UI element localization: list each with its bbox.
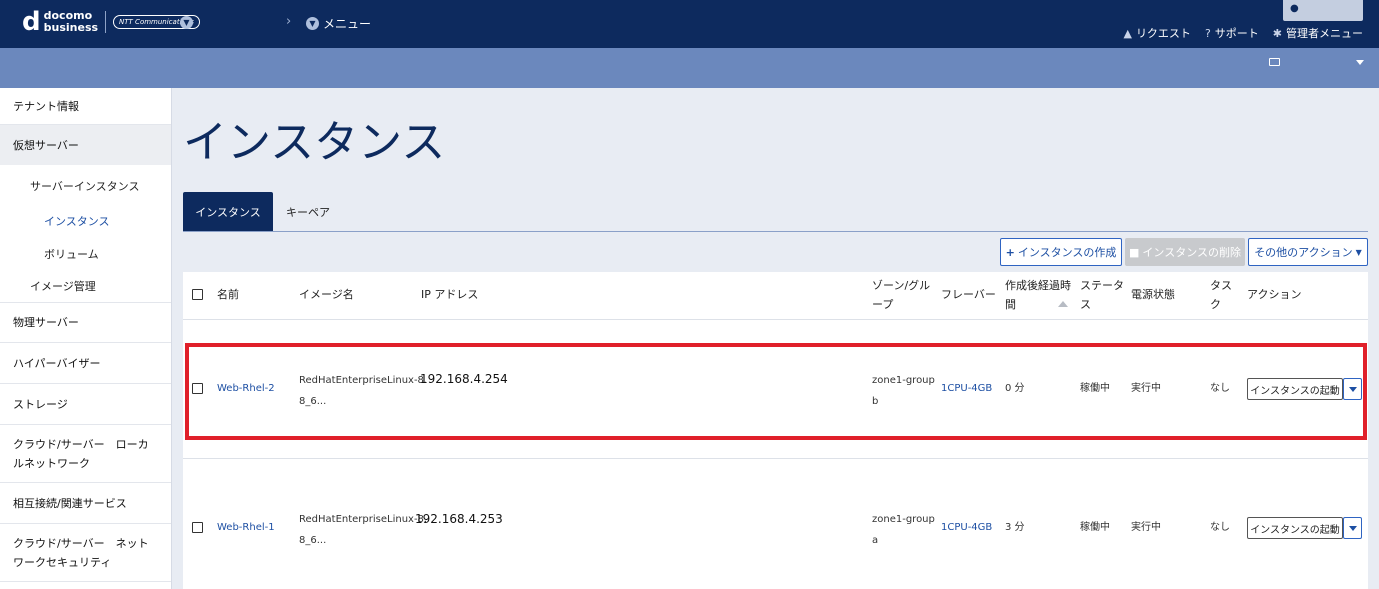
start-instance-button[interactable]: インスタンスの起動 — [1247, 517, 1343, 539]
menu-link[interactable]: メニュー — [323, 15, 371, 32]
ip-address: 192.168.4.253 — [415, 512, 503, 526]
breadcrumb-chevron-right-icon: › — [286, 14, 292, 29]
table-header-divider — [183, 319, 1368, 320]
col-task[interactable]: タス ク — [1210, 276, 1232, 314]
sidebar-sub-server-instance[interactable]: サーバーインスタンス — [30, 178, 139, 194]
docomo-business-logo[interactable]: d docomo business NTT Communications — [22, 9, 200, 35]
sub-toolbar — [0, 48, 1379, 88]
col-status[interactable]: ステータ ス — [1080, 276, 1124, 314]
top-header: d docomo business NTT Communications ▼ ›… — [0, 0, 1379, 48]
col-elapsed[interactable]: 作成後経過時 間 — [1005, 276, 1071, 314]
chevron-down-icon[interactable]: ▼ — [180, 16, 193, 29]
support-link[interactable]: ? サポート — [1205, 25, 1259, 41]
action-dropdown-toggle[interactable] — [1343, 517, 1362, 539]
sidebar-sub-instance[interactable]: インスタンス — [44, 213, 110, 229]
row-checkbox[interactable] — [192, 522, 203, 533]
sidebar-item-physical-server[interactable]: 物理サーバー — [0, 302, 171, 343]
select-all-checkbox[interactable] — [192, 289, 203, 300]
tab-instance[interactable]: インスタンス — [183, 192, 273, 231]
sidebar-sub-volume[interactable]: ボリューム — [44, 246, 99, 262]
image-name: RedHatEnterpriseLinux-8. 8_6... — [299, 514, 428, 546]
gear-icon: ✱ — [1272, 27, 1282, 40]
task: なし — [1210, 522, 1230, 533]
col-power[interactable]: 電源状態 — [1131, 285, 1175, 304]
caret-down-icon[interactable] — [1356, 60, 1364, 65]
caret-down-icon: ▼ — [1355, 247, 1362, 257]
sidebar-item-storage[interactable]: ストレージ — [0, 384, 171, 425]
create-instance-button[interactable]: + インスタンスの作成 — [1000, 238, 1122, 266]
col-zone[interactable]: ゾーン/グル ープ — [872, 276, 930, 314]
col-name[interactable]: 名前 — [217, 285, 239, 304]
bell-icon: ▲ — [1123, 27, 1132, 40]
sidebar-item-hypervisor[interactable]: ハイパーバイザー — [0, 343, 171, 384]
logo-text: docomo business — [44, 10, 98, 34]
page-title: インスタンス — [183, 117, 446, 168]
col-image[interactable]: イメージ名 — [299, 285, 354, 304]
user-icon: ● — [1290, 3, 1299, 14]
menu-chevron-down-icon[interactable]: ▼ — [306, 17, 319, 30]
col-ip[interactable]: IP アドレス — [421, 285, 478, 304]
header-links: ▲ リクエスト ? サポート ✱ 管理者メニュー — [1123, 25, 1363, 41]
row-divider — [183, 458, 1368, 459]
delete-instance-button[interactable]: ■ インスタンスの削除 — [1125, 238, 1245, 266]
sidebar-item-virtual-server[interactable]: 仮想サーバー — [0, 125, 171, 165]
tab-divider — [183, 231, 1368, 232]
sidebar: テナント情報 仮想サーバー サーバーインスタンス インスタンス ボリューム イメ… — [0, 88, 172, 589]
logo-divider — [105, 11, 107, 33]
sidebar-item-local-network[interactable]: クラウド/サーバー ローカルネットワーク — [0, 425, 171, 483]
plus-icon: + — [1005, 245, 1015, 259]
sidebar-sub-image-management[interactable]: イメージ管理 — [30, 278, 96, 294]
request-link[interactable]: ▲ リクエスト — [1123, 25, 1190, 41]
tab-keypair[interactable]: キーペア — [273, 192, 343, 231]
sidebar-item-network-security[interactable]: クラウド/サーバー ネットワークセキュリティ — [0, 524, 171, 582]
other-actions-button[interactable]: その他のアクション ▼ — [1248, 238, 1368, 266]
flavor-link[interactable]: 1CPU-4GB — [941, 517, 992, 538]
card-icon[interactable] — [1269, 58, 1280, 66]
sidebar-item-tenant[interactable]: テナント情報 — [0, 88, 171, 125]
col-action: アクション — [1247, 288, 1302, 301]
sidebar-item-interconnect[interactable]: 相互接続/関連サービス — [0, 483, 171, 524]
logo-bottom: business — [43, 21, 99, 34]
admin-menu-link[interactable]: ✱ 管理者メニュー — [1273, 25, 1363, 41]
zone-group: zone1-group a — [872, 514, 935, 546]
logo-d-mark: d — [22, 7, 41, 37]
elapsed-time: 3 分 — [1005, 522, 1025, 533]
highlight-box — [185, 343, 1367, 440]
col-flavor[interactable]: フレーバー — [941, 285, 996, 304]
user-menu[interactable]: ● — [1283, 0, 1363, 21]
power-state: 実行中 — [1131, 522, 1161, 533]
help-icon: ? — [1204, 27, 1211, 40]
status: 稼働中 — [1080, 522, 1110, 533]
instance-name-link[interactable]: Web-Rhel-1 — [217, 517, 275, 538]
sort-ascending-icon[interactable] — [1058, 301, 1068, 307]
trash-icon: ■ — [1129, 245, 1140, 259]
